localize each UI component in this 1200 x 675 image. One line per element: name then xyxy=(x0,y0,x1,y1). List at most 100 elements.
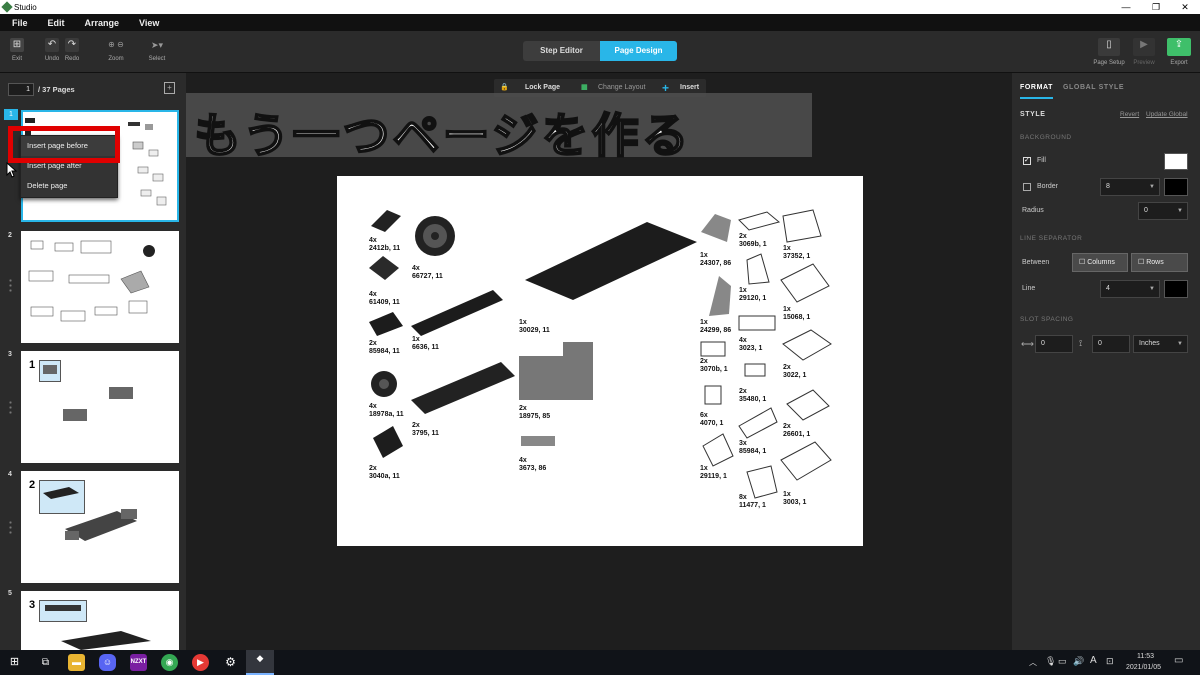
columns-toggle[interactable]: ☐ Columns xyxy=(1072,253,1128,272)
studio-taskbar-icon[interactable]: ◆ xyxy=(246,650,274,675)
file-explorer-icon[interactable]: ▬ xyxy=(68,654,85,671)
play-icon: ▶ xyxy=(1133,38,1155,56)
chrome-icon[interactable]: ◉ xyxy=(161,654,178,671)
page-thumbnail-4[interactable]: 2 xyxy=(21,471,179,583)
ime-indicator[interactable]: A xyxy=(1090,655,1097,666)
revert-link[interactable]: Revert xyxy=(1120,111,1139,118)
tray-chevron-icon[interactable]: ︿ xyxy=(1029,657,1037,668)
tab-step-editor[interactable]: Step Editor xyxy=(523,41,600,61)
add-page-icon[interactable]: + xyxy=(164,82,175,94)
tab-format[interactable]: FORMAT xyxy=(1020,84,1054,99)
fill-color-swatch[interactable] xyxy=(1164,153,1188,170)
toolbar: ⊞ Exit ↶ Undo ↷ Redo ⊕ ⊖ Zoom ➤▾ Select … xyxy=(0,31,1200,73)
drag-handle-icon[interactable] xyxy=(9,278,12,292)
menu-edit[interactable]: Edit xyxy=(48,18,65,28)
part-label: 2x 18975, 85 xyxy=(519,405,551,420)
zoom-button[interactable]: ⊕ ⊖ Zoom xyxy=(98,38,134,62)
export-icon: ⇪ xyxy=(1167,38,1191,56)
studio-app-icon xyxy=(1,1,13,13)
spacing-y-input[interactable]: 0 xyxy=(1092,335,1130,353)
part-label: 1x 24299, 86 xyxy=(700,319,732,334)
fill-checkbox[interactable]: ✓ xyxy=(1023,157,1031,165)
menu-view[interactable]: View xyxy=(139,18,159,28)
settings-gear-icon[interactable]: ⚙ xyxy=(222,654,239,671)
zoom-label: Zoom xyxy=(108,56,124,62)
ime-pad-icon[interactable]: ⊡ xyxy=(1106,656,1114,667)
page-setup-button[interactable]: ▯ Page Setup xyxy=(1092,38,1126,66)
exit-button[interactable]: ⊞ Exit xyxy=(8,38,26,62)
part-label: 4x 66727, 11 xyxy=(412,265,443,280)
export-button[interactable]: ⇪ Export xyxy=(1166,38,1192,66)
minimize-button[interactable]: — xyxy=(1111,0,1141,14)
part-label: 1x 15068, 1 xyxy=(783,306,811,321)
preview-label: Preview xyxy=(1133,60,1155,66)
menu-bar: File Edit Arrange View xyxy=(0,14,1200,31)
part-label: 2x 3022, 1 xyxy=(783,364,807,379)
thumbnail-5-content xyxy=(45,605,151,650)
drag-handle-icon[interactable] xyxy=(9,400,12,414)
delete-page-item[interactable]: Delete page xyxy=(21,176,117,196)
media-player-icon[interactable]: ▶ xyxy=(192,654,209,671)
undo-button[interactable]: ↶ Undo xyxy=(43,38,61,62)
tab-page-design[interactable]: Page Design xyxy=(600,41,677,61)
spacing-x-input[interactable]: 0 xyxy=(1035,335,1073,353)
notifications-icon[interactable]: ▭ xyxy=(1174,655,1183,666)
page-thumbnail-2[interactable] xyxy=(21,231,179,343)
part-label: 1x 24307, 86 xyxy=(700,252,732,267)
page-thumbnail-3[interactable]: 1 xyxy=(21,351,179,463)
radius-label: Radius xyxy=(1022,207,1044,214)
redo-button[interactable]: ↷ Redo xyxy=(63,38,81,62)
part-label: 1x 29120, 1 xyxy=(739,287,767,302)
format-panel: FORMAT GLOBAL STYLE STYLE Revert Update … xyxy=(1012,73,1200,650)
part-label: 1x 3003, 1 xyxy=(783,491,807,506)
border-color-swatch[interactable] xyxy=(1164,178,1188,196)
border-width-select[interactable]: 8 ▼ xyxy=(1100,178,1160,196)
page-number-input[interactable]: 1 xyxy=(8,83,34,96)
clock-date[interactable]: 2021/01/05 xyxy=(1126,664,1161,671)
page-setup-label: Page Setup xyxy=(1093,60,1125,66)
page-thumbnail-5[interactable]: 3 xyxy=(21,591,179,650)
volume-icon[interactable]: 🔊 xyxy=(1073,656,1084,667)
exit-icon: ⊞ xyxy=(10,38,24,52)
drag-handle-icon[interactable] xyxy=(9,520,12,534)
task-view-icon[interactable]: ⧉ xyxy=(37,654,54,671)
clock-time[interactable]: 11:53 xyxy=(1137,653,1154,660)
network-icon[interactable]: ▭ xyxy=(1058,656,1067,667)
select-label: Select xyxy=(148,56,166,62)
radius-select[interactable]: 0 ▼ xyxy=(1138,202,1188,220)
thumbnail-2-content xyxy=(28,240,155,322)
discord-icon[interactable]: ☺ xyxy=(99,654,116,671)
part-label: 2x 3069b, 1 xyxy=(739,233,767,248)
slot-spacing-heading: SLOT SPACING xyxy=(1020,316,1074,323)
menu-arrange[interactable]: Arrange xyxy=(85,18,120,28)
instruction-page[interactable]: 4x 2412b, 11 4x 66727, 11 4x 61409, 11 2x 85… xyxy=(337,176,863,546)
close-button[interactable]: ✕ xyxy=(1170,0,1200,14)
part-label: 4x 18978a, 11 xyxy=(369,403,404,418)
border-label: Border xyxy=(1037,183,1059,190)
maximize-button[interactable]: ❐ xyxy=(1141,0,1171,14)
tab-global-style[interactable]: GLOBAL STYLE xyxy=(1063,84,1124,91)
fill-label: Fill xyxy=(1037,157,1046,164)
nzxt-icon[interactable]: NZXT xyxy=(130,654,147,671)
windows-start-icon[interactable]: ⊞ xyxy=(6,654,23,671)
line-label: Line xyxy=(1022,285,1036,292)
line-color-swatch[interactable] xyxy=(1164,280,1188,298)
line-width-select[interactable]: 4 ▼ xyxy=(1100,280,1160,298)
preview-button[interactable]: ▶ Preview xyxy=(1131,38,1157,66)
part-label: 2x 3040a, 11 xyxy=(369,465,400,480)
menu-file[interactable]: File xyxy=(12,18,28,28)
rows-toggle[interactable]: ☐ Rows xyxy=(1131,253,1188,272)
part-label: 1x 29119, 1 xyxy=(700,465,727,480)
style-heading: STYLE xyxy=(1020,111,1046,118)
update-global-link[interactable]: Update Global xyxy=(1146,111,1188,118)
part-label: 2x 3795, 11 xyxy=(412,422,439,437)
page-number-3: 3 xyxy=(8,351,12,358)
border-checkbox[interactable] xyxy=(1023,183,1031,191)
select-button[interactable]: ➤▾ Select xyxy=(146,38,168,62)
background-heading: BACKGROUND xyxy=(1020,134,1072,141)
units-select[interactable]: Inches ▼ xyxy=(1133,335,1188,353)
part-label: 4x 61409, 11 xyxy=(369,291,400,306)
exit-label: Exit xyxy=(11,56,22,62)
undo-label: Undo xyxy=(44,56,60,62)
microphone-icon[interactable]: 🎙 xyxy=(1045,656,1056,667)
